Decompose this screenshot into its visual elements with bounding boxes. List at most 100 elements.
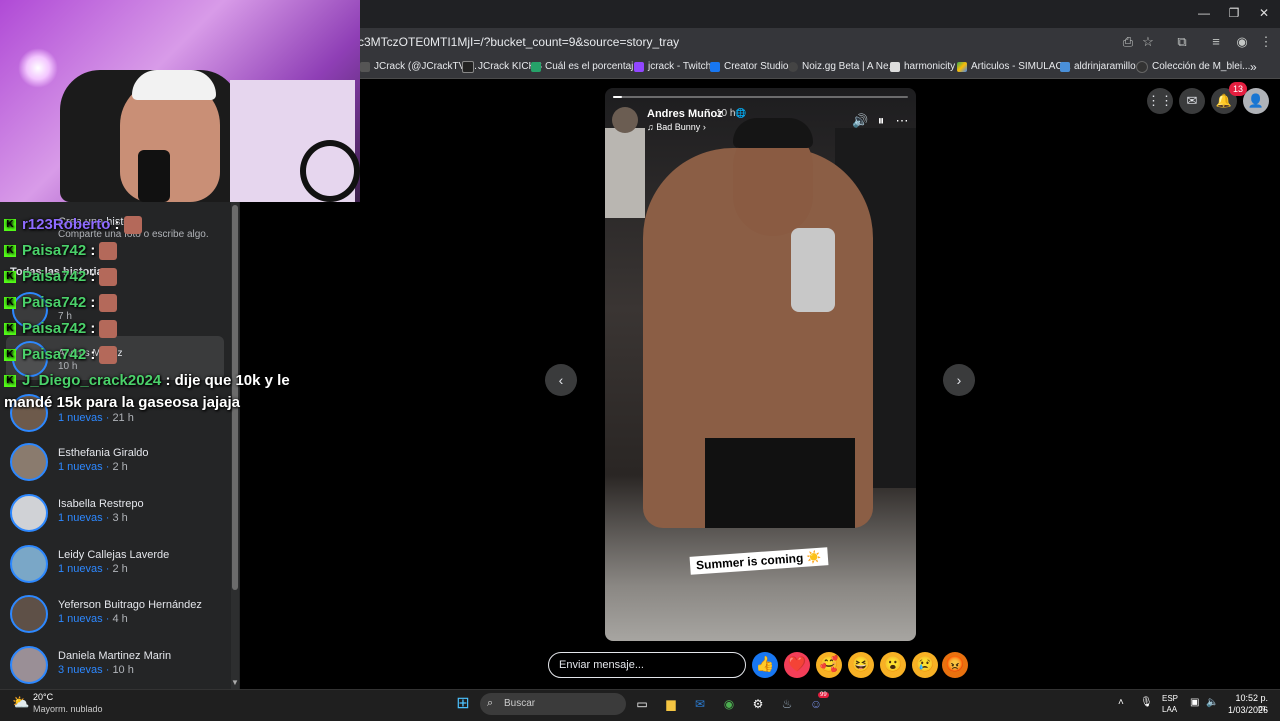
bookmark-item[interactable]: Noiz.gg Beta | A Ne...	[788, 59, 897, 75]
chat-message: K Paisa742 :	[4, 346, 118, 365]
next-story-button[interactable]: ›	[943, 364, 975, 396]
cast-icon[interactable]: ⎙	[1120, 34, 1136, 50]
emote-icon	[99, 346, 118, 365]
bookmark-item[interactable]: harmonicity	[890, 59, 955, 75]
avatar	[10, 646, 48, 684]
file-explorer-icon[interactable]: ▆	[661, 694, 681, 714]
outlook-icon[interactable]: ✉	[690, 694, 710, 714]
emote-icon	[99, 242, 118, 261]
story-music[interactable]: ♫ Bad Bunny ›	[647, 122, 706, 132]
kick-badge-icon: K	[4, 323, 16, 336]
avatar	[10, 545, 48, 583]
bookmark-star-icon[interactable]: ☆	[1140, 34, 1156, 50]
microphone-icon[interactable]: 🎙	[1140, 697, 1153, 708]
search-icon: ⌕	[487, 697, 494, 709]
windows-start-icon[interactable]: ⊞	[453, 694, 473, 714]
taskbar-search[interactable]: Buscar	[480, 693, 626, 715]
story-progress-track	[613, 96, 908, 98]
wow-reaction-icon[interactable]: 😮	[880, 652, 906, 678]
steam-icon[interactable]: ♨	[777, 694, 797, 714]
weather-desc: Mayorm. nublado	[33, 704, 103, 714]
story-name: Yeferson Buitrago Hernández	[58, 599, 202, 611]
kick-badge-icon: K	[4, 219, 16, 232]
person-hair	[733, 118, 813, 148]
extensions-icon[interactable]: ⧉	[1174, 34, 1190, 50]
previous-story-button[interactable]: ‹	[545, 364, 577, 396]
wall-light	[605, 128, 645, 218]
story-meta: 1 nuevas · 2 h	[58, 461, 128, 473]
love-reaction-icon[interactable]: ❤️	[784, 652, 810, 678]
minimize-icon[interactable]: —	[1194, 4, 1214, 22]
region-indicator: LAA	[1162, 705, 1178, 714]
haha-reaction-icon[interactable]: 😆	[848, 652, 874, 678]
document-icon	[890, 62, 900, 72]
menu-grid-icon[interactable]: ⋮⋮	[1147, 88, 1173, 114]
story-item[interactable]: Daniela Martinez Marin 3 nuevas · 10 h	[8, 644, 228, 694]
pause-icon[interactable]: ⏸	[873, 113, 889, 129]
drive-icon	[957, 62, 967, 72]
chevron-up-icon[interactable]: ˄	[1118, 697, 1124, 708]
chevron-right-icon: ›	[700, 122, 706, 132]
kick-badge-icon: K	[4, 297, 16, 310]
weather-icon[interactable]: ⛅	[12, 694, 29, 711]
story-item[interactable]: Leidy Callejas Laverde 1 nuevas · 2 h	[8, 543, 228, 593]
bookmark-item[interactable]: Cuál es el porcentaj...	[531, 59, 642, 75]
bookmark-item[interactable]: Creator Studio	[710, 59, 788, 75]
menu-kebab-icon[interactable]: ⋮	[1258, 34, 1274, 50]
kick-icon	[462, 61, 474, 73]
story-author-avatar[interactable]	[612, 107, 638, 133]
close-icon[interactable]: ✕	[1254, 4, 1274, 22]
bookmark-item[interactable]: Colección de M_blei...	[1136, 59, 1250, 75]
avatar	[10, 494, 48, 532]
sad-reaction-icon[interactable]: 😢	[912, 652, 938, 678]
app-icon[interactable]: ⚙	[748, 694, 768, 714]
steering-wheel	[300, 140, 360, 202]
media-control-icon[interactable]: ≡	[1208, 34, 1224, 50]
volume-icon[interactable]: 🔊	[852, 113, 868, 129]
more-options-icon[interactable]: ⋯	[894, 113, 910, 129]
kick-badge-icon: K	[4, 375, 16, 388]
care-reaction-icon[interactable]: 🥰	[816, 652, 842, 678]
scroll-down-icon[interactable]: ▼	[231, 678, 239, 687]
bookmark-item[interactable]: JCrack (@JCrackTV)...	[360, 59, 477, 75]
avatar	[10, 443, 48, 481]
music-note-icon: ♫	[647, 122, 657, 132]
bookmark-item[interactable]: aldrinjaramillo	[1060, 59, 1136, 75]
story-author-name[interactable]: Andres Muñoz	[647, 108, 723, 120]
bookmark-item[interactable]: Articulos - SIMULAC...	[957, 59, 1071, 75]
task-view-icon[interactable]: ▭	[632, 694, 652, 714]
more-bookmarks-button[interactable]: »	[1250, 59, 1257, 75]
network-icon[interactable]: ▣	[1190, 697, 1199, 708]
bookmark-item[interactable]: JCrack KICKS	[462, 59, 542, 75]
account-avatar[interactable]: 👤	[1243, 88, 1269, 114]
messenger-icon[interactable]: ✉	[1179, 88, 1205, 114]
chat-message: K J_Diego_crack2024 : dije que 10k y le	[4, 372, 290, 389]
kick-badge-icon: K	[4, 349, 16, 362]
chrome-icon[interactable]: ◉	[719, 694, 739, 714]
story-meta: 1 nuevas · 21 h	[58, 412, 134, 424]
emote-icon	[99, 268, 118, 287]
globe-icon: 🌐	[735, 108, 747, 118]
volume-icon[interactable]: 🔈	[1206, 697, 1218, 708]
chat-message: K Paisa742 :	[4, 294, 118, 313]
x-icon	[360, 62, 370, 72]
story-item[interactable]: Yeferson Buitrago Hernández 1 nuevas · 4…	[8, 593, 228, 643]
noiz-icon	[788, 62, 798, 72]
restore-icon[interactable]: ❐	[1224, 4, 1244, 22]
profile-icon[interactable]: ◉	[1234, 34, 1250, 50]
story-item[interactable]: Isabella Restrepo 1 nuevas · 3 h	[8, 492, 228, 542]
reply-message-input[interactable]	[548, 652, 746, 678]
story-item[interactable]: Esthefania Giraldo 1 nuevas · 2 h	[8, 441, 228, 491]
streamer-webcam	[0, 0, 360, 202]
angry-reaction-icon[interactable]: 😡	[942, 652, 968, 678]
url-text[interactable]: 0Njc3MTczOTE0MTI1MjI=/?bucket_count=9&so…	[340, 33, 1100, 51]
emote-icon	[99, 294, 118, 313]
weather-temp[interactable]: 20°C	[33, 692, 53, 702]
bookmark-item[interactable]: jcrack - Twitch	[634, 59, 711, 75]
facebook-icon	[710, 62, 720, 72]
language-indicator[interactable]: ESP	[1162, 694, 1178, 703]
story-meta: 1 nuevas · 3 h	[58, 512, 128, 524]
twitch-icon	[634, 62, 644, 72]
shorts	[705, 438, 855, 528]
like-reaction-icon[interactable]: 👍	[752, 652, 778, 678]
